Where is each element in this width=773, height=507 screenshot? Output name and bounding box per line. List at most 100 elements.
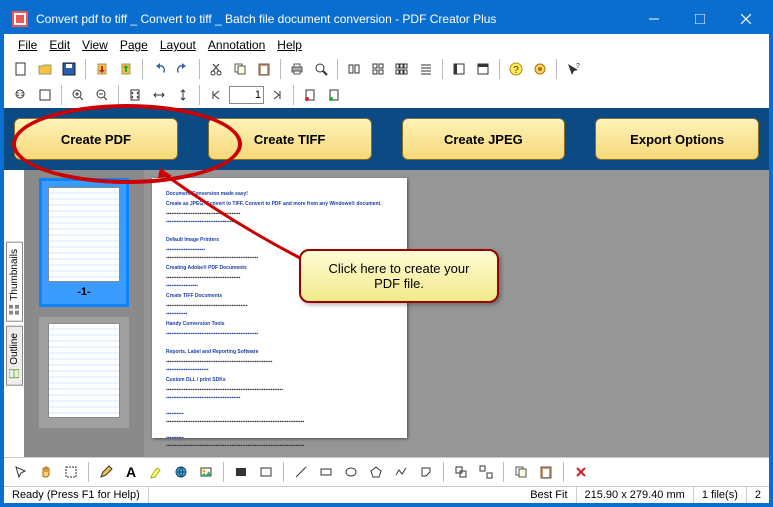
fit-page-icon[interactable] [124, 84, 146, 106]
export-options-button[interactable]: Export Options [595, 118, 759, 160]
context-help-icon[interactable]: ? [562, 58, 584, 80]
fit-width-icon[interactable] [148, 84, 170, 106]
last-page-icon[interactable] [266, 84, 288, 106]
document-page: Document Conversion made easy! Create as… [152, 178, 407, 438]
side-tab-label: Thumbnails [9, 249, 20, 301]
page-mid-icon[interactable] [472, 58, 494, 80]
menubar: File Edit View Page Layout Annotation He… [4, 34, 769, 56]
menu-page[interactable]: Page [114, 36, 154, 54]
main-action-bar: Create PDF Create TIFF Create JPEG Expor… [4, 108, 769, 170]
zoom-fit-icon[interactable] [34, 84, 56, 106]
picture-icon[interactable] [195, 461, 217, 483]
page-number-input[interactable] [229, 86, 264, 104]
minimize-button[interactable] [631, 4, 677, 34]
rect-outline-icon[interactable] [255, 461, 277, 483]
grid-2x2-icon[interactable] [367, 58, 389, 80]
delete-annot-icon[interactable] [570, 461, 592, 483]
save-icon[interactable] [58, 58, 80, 80]
workspace: Thumbnails Outline -1- Document Conversi… [4, 170, 769, 457]
pointer-icon[interactable] [10, 461, 32, 483]
help-about-icon[interactable]: ? [505, 58, 527, 80]
thumbnail-preview [48, 187, 120, 282]
side-tabs: Thumbnails Outline [4, 170, 24, 457]
open-icon[interactable] [34, 58, 56, 80]
first-page-icon[interactable] [205, 84, 227, 106]
cut-icon[interactable] [205, 58, 227, 80]
grid-2x1-icon[interactable] [343, 58, 365, 80]
svg-text:?: ? [513, 65, 519, 76]
side-tab-outline[interactable]: Outline [6, 326, 23, 386]
zoom-100-icon[interactable]: 1:1 [10, 84, 32, 106]
document-area[interactable]: Document Conversion made easy! Create as… [144, 170, 769, 457]
fit-height-icon[interactable] [172, 84, 194, 106]
ungroup-icon[interactable] [475, 461, 497, 483]
rect-fill-icon[interactable] [230, 461, 252, 483]
page-setup-icon[interactable] [299, 84, 321, 106]
toolbar-main: ? ? [4, 56, 769, 82]
settings-icon[interactable] [529, 58, 551, 80]
create-jpeg-button[interactable]: Create JPEG [402, 118, 566, 160]
paste-annot-icon[interactable] [535, 461, 557, 483]
ellipse-icon[interactable] [340, 461, 362, 483]
svg-text:1:1: 1:1 [17, 92, 24, 98]
thumbnails-icon [9, 305, 19, 315]
svg-text:A: A [126, 465, 136, 479]
zoom-in-icon[interactable] [67, 84, 89, 106]
grid-3x2-icon[interactable] [391, 58, 413, 80]
side-tab-thumbnails[interactable]: Thumbnails [6, 242, 23, 322]
export-icon[interactable] [115, 58, 137, 80]
undo-icon[interactable] [148, 58, 170, 80]
redo-icon[interactable] [172, 58, 194, 80]
print-icon[interactable] [286, 58, 308, 80]
text-icon[interactable]: A [120, 461, 142, 483]
zoom-out-icon[interactable] [91, 84, 113, 106]
line-icon[interactable] [290, 461, 312, 483]
status-ready: Ready (Press F1 for Help) [4, 487, 149, 503]
menu-layout[interactable]: Layout [154, 36, 202, 54]
svg-text:?: ? [576, 63, 580, 70]
new-icon[interactable] [10, 58, 32, 80]
link-icon[interactable] [170, 461, 192, 483]
menu-help[interactable]: Help [271, 36, 308, 54]
menu-file[interactable]: File [12, 36, 43, 54]
thumbnail-item[interactable] [39, 317, 129, 428]
rect-shape-icon[interactable] [315, 461, 337, 483]
toolbar-page: 1:1 [4, 82, 769, 108]
annotation-toolbar: A [4, 457, 769, 486]
maximize-button[interactable] [677, 4, 723, 34]
side-tab-label: Outline [9, 333, 20, 365]
thumbnail-preview [48, 323, 120, 418]
thumbnail-label: -1- [77, 286, 90, 298]
polyline-icon[interactable] [390, 461, 412, 483]
pencil-icon[interactable] [95, 461, 117, 483]
highlight-icon[interactable] [145, 461, 167, 483]
menu-annotation[interactable]: Annotation [202, 36, 271, 54]
copy-icon[interactable] [229, 58, 251, 80]
import-icon[interactable] [91, 58, 113, 80]
callout-tooltip: Click here to create your PDF file. [299, 249, 499, 303]
create-pdf-button[interactable]: Create PDF [14, 118, 178, 160]
thumbnail-panel: -1- [24, 170, 144, 457]
copy-annot-icon[interactable] [510, 461, 532, 483]
marquee-icon[interactable] [60, 461, 82, 483]
menu-view[interactable]: View [76, 36, 114, 54]
group-icon[interactable] [450, 461, 472, 483]
create-tiff-button[interactable]: Create TIFF [208, 118, 372, 160]
list-icon[interactable] [415, 58, 437, 80]
closed-poly-icon[interactable] [415, 461, 437, 483]
paste-icon[interactable] [253, 58, 275, 80]
status-zoom: Best Fit [522, 487, 576, 503]
page-left-icon[interactable] [448, 58, 470, 80]
page-color-icon[interactable] [323, 84, 345, 106]
status-page: 2 [747, 487, 769, 503]
titlebar: Convert pdf to tiff _ Convert to tiff _ … [4, 4, 769, 34]
thumbnail-item[interactable]: -1- [39, 178, 129, 307]
outline-icon [9, 368, 19, 378]
preview-icon[interactable] [310, 58, 332, 80]
status-files: 1 file(s) [694, 487, 747, 503]
hand-icon[interactable] [35, 461, 57, 483]
status-dimensions: 215.90 x 279.40 mm [577, 487, 694, 503]
close-button[interactable] [723, 4, 769, 34]
menu-edit[interactable]: Edit [43, 36, 76, 54]
polygon-icon[interactable] [365, 461, 387, 483]
